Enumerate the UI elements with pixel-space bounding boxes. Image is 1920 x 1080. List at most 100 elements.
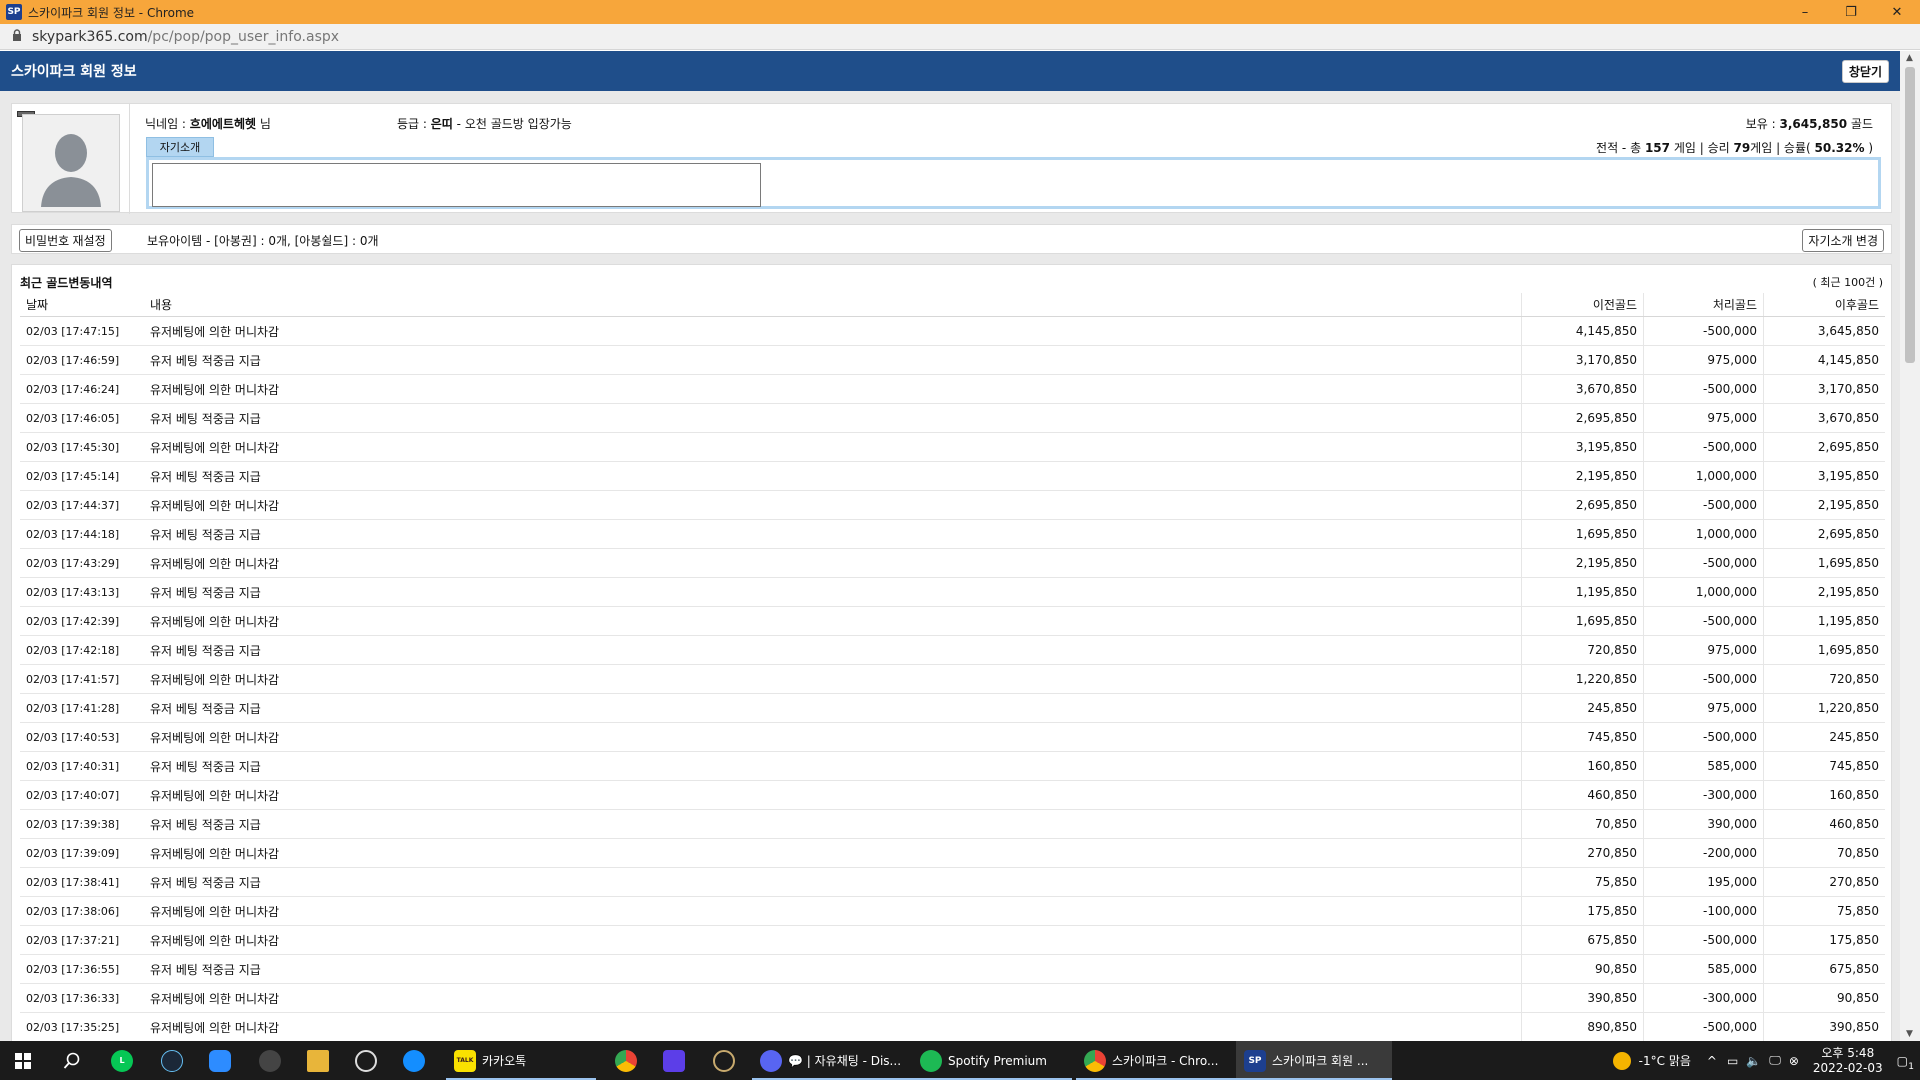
row-before-gold: 1,695,850 [1521,520,1643,548]
close-window-button[interactable]: ✕ [1874,0,1920,24]
page-scrollbar[interactable]: ▲ ▼ [1900,51,1920,1041]
notification-icon[interactable]: ▢ 1 [1897,1054,1914,1072]
row-before-gold: 70,850 [1521,810,1643,838]
taskbar-chrome-window[interactable]: 스카이파크 - Chro... [1076,1041,1236,1080]
row-before-gold: 1,195,850 [1521,578,1643,606]
volume-icon[interactable]: 🔈 [1746,1054,1761,1068]
minimize-button[interactable]: – [1782,0,1828,24]
row-change-gold: -500,000 [1643,723,1763,751]
table-row: 02/03 [17:46:24] 유저베팅에 의한 머니차감 3,670,850 -5… [20,375,1885,404]
file-explorer-icon[interactable] [298,1041,338,1080]
row-content: 유저베팅에 의한 머니차감 [150,672,280,687]
url-text[interactable]: skypark365.com/pc/pop/pop_user_info.aspx [32,29,339,45]
row-before-gold: 890,850 [1521,1013,1643,1041]
row-date: 02/03 [17:43:29] [26,556,120,570]
window-title: 스카이파크 회원 정보 - Chrome [28,5,195,20]
row-date: 02/03 [17:40:31] [26,759,120,773]
opgg-icon[interactable] [654,1041,694,1080]
row-content: 유저 베팅 적중금 지급 [150,875,261,890]
table-row: 02/03 [17:43:29] 유저베팅에 의한 머니차감 2,195,850 -5… [20,549,1885,578]
row-date: 02/03 [17:37:21] [26,933,120,947]
row-after-gold: 1,695,850 [1763,549,1885,577]
change-intro-button[interactable]: 자기소개 변경 [1802,229,1884,252]
scroll-thumb[interactable] [1905,67,1915,363]
row-before-gold: 2,195,850 [1521,462,1643,490]
holding-value: 3,645,850 [1779,117,1848,131]
row-content: 유저베팅에 의한 머니차감 [150,846,280,861]
intro-textbox[interactable] [152,163,761,207]
table-row: 02/03 [17:39:09] 유저베팅에 의한 머니차감 270,850 -200… [20,839,1885,868]
row-before-gold: 3,670,850 [1521,375,1643,403]
row-date: 02/03 [17:46:05] [26,411,120,425]
close-page-button[interactable]: 창닫기 [1841,60,1889,83]
spotify-label: Spotify Premium [948,1053,1047,1068]
reset-password-button[interactable]: 비밀번호 재설정 [19,229,112,252]
tab-intro[interactable]: 자기소개 [146,137,214,157]
weather-sun-icon[interactable] [1612,1051,1631,1070]
row-change-gold: -300,000 [1643,781,1763,809]
row-content: 유저 베팅 적중금 지급 [150,469,261,484]
row-after-gold: 175,850 [1763,926,1885,954]
clock[interactable]: 오후 5:48 2022-02-03 [1813,1046,1883,1076]
holding-line: 보유 : 3,645,850 골드 [1746,115,1873,132]
discord-label: 💬 | 자유채팅 - Dis... [788,1054,902,1068]
row-after-gold: 3,170,850 [1763,375,1885,403]
grade-line: 등급 : 은띠 - 오천 골드방 입장가능 [397,115,572,132]
taskbar-discord[interactable]: 💬 | 자유채팅 - Dis... [752,1041,912,1080]
scroll-up-arrow-icon[interactable]: ▲ [1906,53,1913,63]
search-icon[interactable] [50,1041,94,1080]
row-before-gold: 390,850 [1521,984,1643,1012]
line-app-icon[interactable]: L [102,1041,142,1080]
scroll-down-arrow-icon[interactable]: ▼ [1906,1029,1913,1039]
network-icon[interactable]: 🖵 [1769,1053,1781,1068]
row-after-gold: 245,850 [1763,723,1885,751]
table-row: 02/03 [17:35:25] 유저베팅에 의한 머니차감 890,850 -500… [20,1013,1885,1041]
table-row: 02/03 [17:45:30] 유저베팅에 의한 머니차감 3,195,850 -5… [20,433,1885,462]
table-row: 02/03 [17:43:13] 유저 베팅 적중금 지급 1,195,850 1,0… [20,578,1885,607]
overwatch-icon[interactable] [346,1041,386,1080]
zoom-icon[interactable] [200,1041,240,1080]
steam-icon[interactable] [152,1041,192,1080]
battlenet-icon[interactable] [394,1041,434,1080]
table-row: 02/03 [17:39:38] 유저 베팅 적중금 지급 70,850 390,00… [20,810,1885,839]
row-before-gold: 175,850 [1521,897,1643,925]
address-bar[interactable]: skypark365.com/pc/pop/pop_user_info.aspx [0,24,1920,50]
windows-start-icon[interactable] [0,1041,46,1080]
row-after-gold: 4,145,850 [1763,346,1885,374]
grade-value: 은띠 [430,117,453,131]
maximize-button[interactable]: ❐ [1828,0,1874,24]
battery-icon[interactable]: ▭ [1727,1054,1738,1068]
row-after-gold: 2,695,850 [1763,520,1885,548]
row-change-gold: 1,000,000 [1643,520,1763,548]
taskbar-kakaotalk[interactable]: TALK 카카오톡 [446,1041,596,1080]
skypark-window-label: 스카이파크 회원 ... [1272,1054,1369,1068]
row-change-gold: -200,000 [1643,839,1763,867]
game-helmet-icon[interactable] [250,1041,290,1080]
row-change-gold: -500,000 [1643,1013,1763,1041]
row-before-gold: 2,695,850 [1521,404,1643,432]
tray-chevron-icon[interactable]: ^ [1707,1054,1717,1068]
row-change-gold: 975,000 [1643,636,1763,664]
row-date: 02/03 [17:42:39] [26,614,120,628]
row-content: 유저 베팅 적중금 지급 [150,585,261,600]
row-content: 유저 베팅 적중금 지급 [150,527,261,542]
league-client-icon[interactable] [704,1041,744,1080]
taskbar-spotify[interactable]: Spotify Premium [912,1041,1072,1080]
lock-icon[interactable] [12,29,22,44]
row-change-gold: -300,000 [1643,984,1763,1012]
table-row: 02/03 [17:36:55] 유저 베팅 적중금 지급 90,850 585,00… [20,955,1885,984]
row-date: 02/03 [17:36:33] [26,991,120,1005]
row-before-gold: 720,850 [1521,636,1643,664]
row-after-gold: 1,220,850 [1763,694,1885,722]
row-content: 유저 베팅 적중금 지급 [150,353,261,368]
row-content: 유저베팅에 의한 머니차감 [150,991,280,1006]
kakaotalk-icon: TALK [454,1049,476,1072]
row-before-gold: 160,850 [1521,752,1643,780]
chrome-icon[interactable] [606,1041,646,1080]
record-suffix: ) [1864,141,1873,155]
grade-description: - 오천 골드방 입장가능 [452,117,572,131]
taskbar-skypark-window[interactable]: SP 스카이파크 회원 ... [1236,1041,1392,1080]
row-date: 02/03 [17:40:53] [26,730,120,744]
weather-text[interactable]: -1°C 맑음 [1639,1052,1691,1069]
mute-icon[interactable]: ⊗ [1789,1054,1799,1068]
